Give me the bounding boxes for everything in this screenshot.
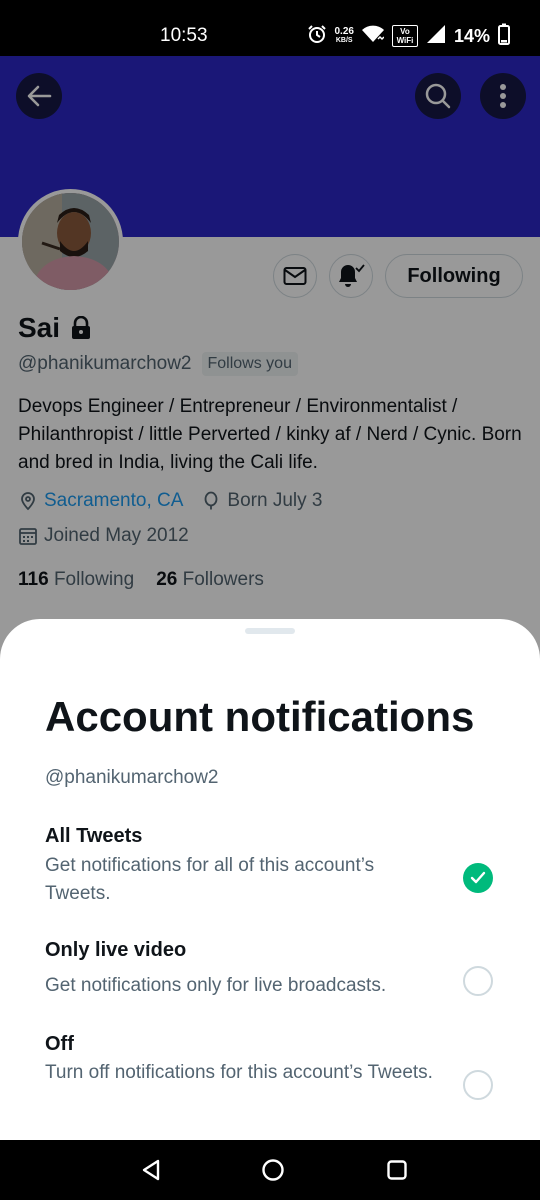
- option-only-live-video[interactable]: Only live video Get notifications only f…: [45, 937, 505, 1000]
- option-title: All Tweets: [45, 825, 143, 847]
- volte-badge: Vo WiFi: [391, 25, 418, 47]
- sheet-handle: @phanikumarchow2: [45, 767, 219, 788]
- check-icon: [470, 871, 486, 884]
- recents-square-icon: [387, 1160, 407, 1180]
- option-off[interactable]: Off Turn off notifications for this acco…: [45, 1031, 505, 1087]
- option-all-tweets[interactable]: All Tweets Get notifications for all of …: [45, 823, 505, 908]
- option-description: Turn off notifications for this account’…: [45, 1062, 433, 1083]
- radio-off[interactable]: [463, 1070, 493, 1100]
- back-triangle-icon: [142, 1159, 160, 1181]
- option-title: Off: [45, 1033, 74, 1055]
- option-description: Get notifications for all of this accoun…: [45, 855, 375, 904]
- option-title: Only live video: [45, 939, 187, 961]
- net-speed-value: 0.26: [334, 26, 354, 37]
- net-speed: 0.26 KB/S: [335, 27, 354, 45]
- wifi-icon: [361, 25, 385, 48]
- option-description: Get notifications only for live broadcas…: [45, 975, 387, 996]
- radio-only-live-video[interactable]: [463, 966, 493, 996]
- battery-icon: [498, 23, 510, 50]
- status-time: 10:53: [160, 25, 208, 46]
- net-speed-unit: KB/S: [335, 37, 353, 44]
- sheet-grabber[interactable]: [245, 628, 295, 634]
- radio-all-tweets[interactable]: [463, 863, 493, 893]
- volte-line2: WiFi: [396, 36, 414, 45]
- signal-icon: [426, 24, 446, 49]
- status-icons: 0.26 KB/S Vo WiFi 14%: [307, 22, 510, 50]
- notifications-sheet: Account notifications @phanikumarchow2 A…: [0, 619, 540, 1140]
- alarm-icon: [307, 24, 327, 49]
- volte-line1: Vo: [400, 27, 410, 36]
- sheet-title: Account notifications: [45, 693, 475, 740]
- nav-home-button[interactable]: [258, 1155, 288, 1185]
- system-nav-bar: [0, 1140, 540, 1200]
- status-bar: 10:53 0.26 KB/S Vo WiFi 14%: [0, 0, 540, 56]
- home-circle-icon: [262, 1159, 284, 1181]
- nav-back-button[interactable]: [136, 1155, 166, 1185]
- nav-recents-button[interactable]: [382, 1155, 412, 1185]
- battery-percent: 14%: [453, 25, 490, 46]
